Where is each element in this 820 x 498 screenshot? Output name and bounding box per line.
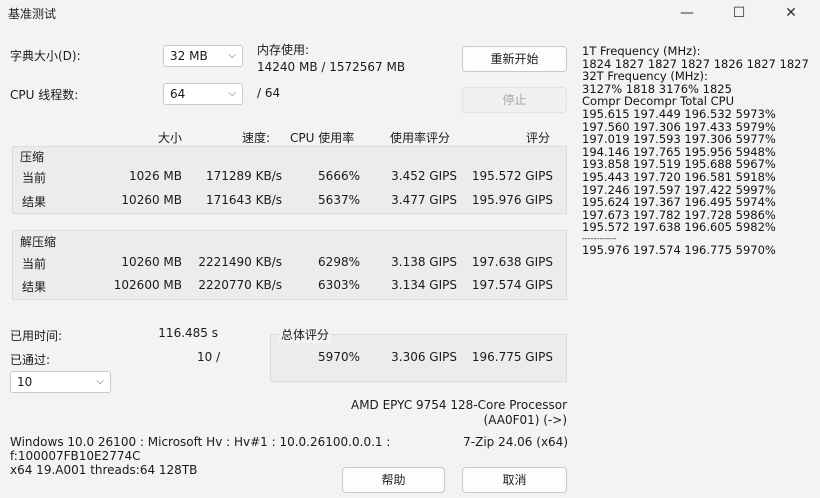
- log-line: 195.443 197.720 196.581 5918%: [582, 169, 776, 184]
- frequency-log: 1T Frequency (MHz): 1824 1827 1827 1827 …: [582, 45, 809, 257]
- decompress-current-rating-usage: 3.138 GIPS: [391, 255, 457, 269]
- log-line: 195.615 197.449 196.532 5973%: [582, 106, 776, 121]
- total-rating-title: 总体评分: [279, 326, 332, 343]
- header-rating: 评分: [526, 131, 551, 145]
- header-speed: 速度:: [242, 131, 271, 145]
- dictionary-label: 字典大小(D):: [10, 49, 81, 63]
- passes-select[interactable]: 10 ⌵: [10, 371, 111, 393]
- compress-current-label: 当前: [22, 171, 47, 185]
- decompress-current-label: 当前: [22, 257, 47, 271]
- threads-value: 64: [170, 87, 186, 101]
- decompress-current-rating: 197.638 GIPS: [471, 255, 553, 269]
- cpu-info-line1: AMD EPYC 9754 128-Core Processor: [350, 398, 567, 412]
- compress-current-rating: 195.572 GIPS: [471, 169, 553, 183]
- total-cpu: 5970%: [318, 350, 360, 364]
- compress-result-speed: 171643 KB/s: [205, 193, 282, 207]
- decompress-current-size: 10260 MB: [121, 255, 182, 269]
- cpu-info-line2: (AA0F01) (->): [483, 413, 567, 427]
- version-text: 7-Zip 24.06 (x64): [463, 435, 568, 449]
- compress-result-rating-usage: 3.477 GIPS: [391, 193, 457, 207]
- decompress-current-cpu: 6298%: [318, 255, 360, 269]
- compress-result-label: 结果: [22, 195, 47, 209]
- threads-total: / 64: [257, 86, 281, 100]
- passes-label: 已通过:: [10, 353, 51, 367]
- chevron-down-icon: ⌵: [228, 50, 236, 61]
- title-bar: 基准测试 — ☐ ✕: [0, 0, 820, 26]
- minimize-button[interactable]: —: [664, 0, 710, 26]
- passes-select-value: 10: [17, 375, 33, 389]
- compress-current-size: 1026 MB: [129, 169, 182, 183]
- log-line: 195.976 197.574 196.775 5970%: [582, 242, 776, 257]
- log-line: 195.572 197.638 196.605 5982%: [582, 220, 776, 235]
- chevron-down-icon: ⌵: [228, 88, 236, 99]
- sys-info-line3: x64 19.A001 threads:64 128TB: [10, 463, 198, 477]
- compress-current-speed: 171289 KB/s: [205, 169, 282, 183]
- dictionary-select[interactable]: 32 MB ⌵: [163, 45, 243, 67]
- decompress-current-speed: 2221490 KB/s: [198, 255, 282, 269]
- sys-info-line2: f:100007FB10E2774C: [10, 449, 141, 463]
- total-rating-usage: 3.306 GIPS: [391, 350, 457, 364]
- chevron-down-icon: ⌵: [96, 376, 104, 387]
- decompress-result-speed: 2220770 KB/s: [198, 278, 282, 292]
- header-rating-usage: 使用率评分: [390, 131, 451, 145]
- threads-label: CPU 线程数:: [10, 88, 79, 102]
- compress-result-size: 10260 MB: [121, 193, 182, 207]
- decompress-result-label: 结果: [22, 280, 47, 294]
- window-title: 基准测试: [8, 7, 57, 21]
- memory-value: 14240 MB / 1572567 MB: [257, 60, 406, 74]
- header-cpu: CPU 使用率: [290, 131, 355, 145]
- close-button[interactable]: ✕: [768, 0, 814, 26]
- elapsed-label: 已用时间:: [10, 329, 63, 343]
- stop-button[interactable]: 停止: [462, 87, 567, 113]
- passes-value: 10 /: [197, 350, 221, 364]
- log-line: 197.019 197.593 197.306 5977%: [582, 132, 776, 147]
- decompress-result-size: 102600 MB: [113, 278, 182, 292]
- restart-button[interactable]: 重新开始: [462, 46, 567, 72]
- log-line: 1T Frequency (MHz):: [582, 44, 701, 58]
- elapsed-value: 116.485 s: [158, 326, 218, 340]
- decompress-result-rating-usage: 3.134 GIPS: [391, 278, 457, 292]
- maximize-button[interactable]: ☐: [716, 0, 762, 26]
- decompress-title: 解压缩: [20, 235, 57, 249]
- compress-result-rating: 195.976 GIPS: [471, 193, 553, 207]
- header-size: 大小: [158, 131, 183, 145]
- compress-result-cpu: 5637%: [318, 193, 360, 207]
- total-rating: 196.775 GIPS: [471, 350, 553, 364]
- memory-label: 内存使用:: [257, 43, 310, 57]
- log-line: 32T Frequency (MHz):: [582, 69, 708, 84]
- help-button[interactable]: 帮助: [342, 467, 445, 493]
- threads-select[interactable]: 64 ⌵: [163, 83, 243, 105]
- decompress-result-rating: 197.574 GIPS: [471, 278, 553, 292]
- compress-current-cpu: 5666%: [318, 169, 360, 183]
- log-line: 195.624 197.367 196.495 5974%: [582, 195, 776, 210]
- cancel-button[interactable]: 取消: [462, 467, 567, 493]
- compress-current-rating-usage: 3.452 GIPS: [391, 169, 457, 183]
- decompress-result-cpu: 6303%: [318, 278, 360, 292]
- dictionary-value: 32 MB: [170, 49, 208, 63]
- compress-title: 压缩: [20, 150, 45, 164]
- sys-info-line1: Windows 10.0 26100 : Microsoft Hv : Hv#1…: [10, 435, 391, 449]
